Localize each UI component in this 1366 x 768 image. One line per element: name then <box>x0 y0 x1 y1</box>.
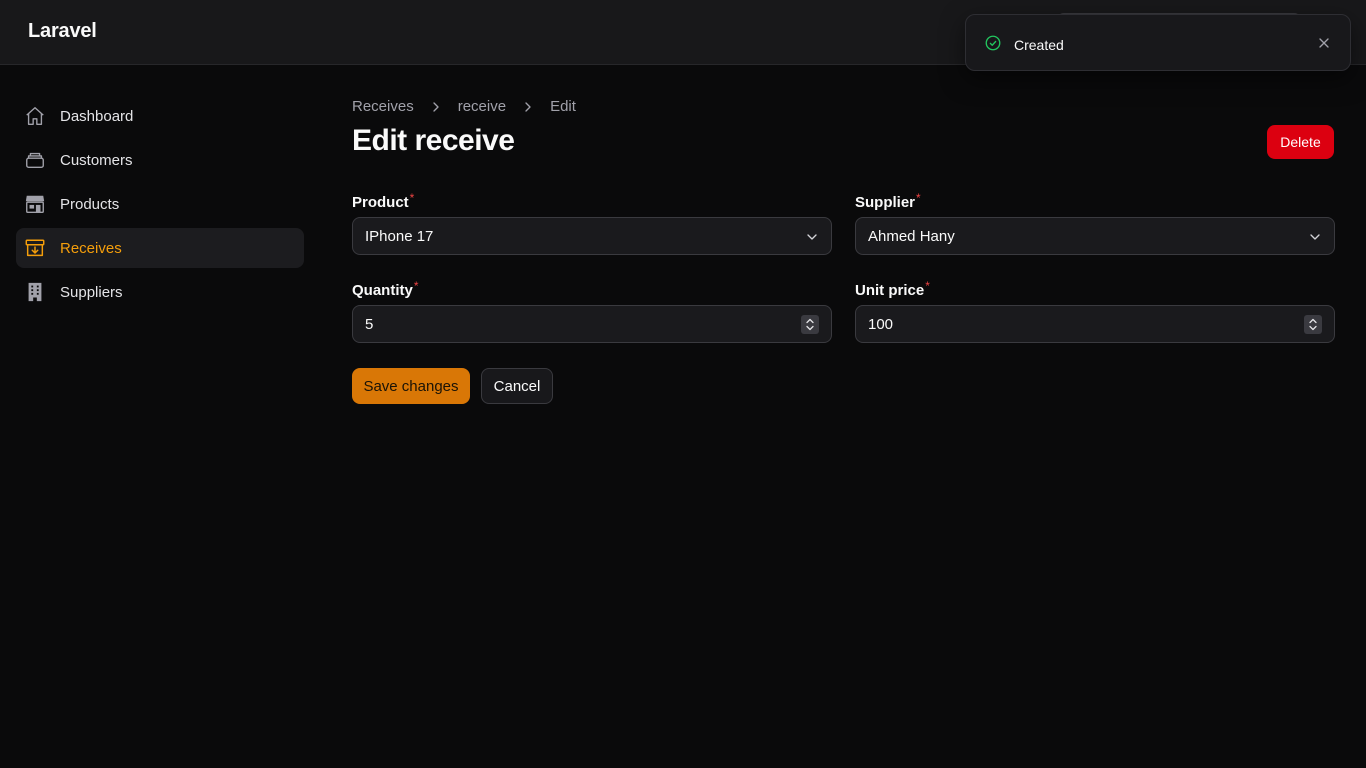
sidebar-item-receives[interactable]: Receives <box>16 228 304 268</box>
delete-button[interactable]: Delete <box>1267 125 1334 159</box>
required-marker: * <box>413 279 419 293</box>
sidebar-item-dashboard[interactable]: Dashboard <box>16 96 304 136</box>
quantity-input[interactable]: 5 <box>352 305 832 343</box>
stack-icon <box>26 152 44 169</box>
product-select-value: IPhone 17 <box>365 228 434 245</box>
required-marker: * <box>916 191 921 205</box>
toast-title: Created <box>1014 37 1064 53</box>
building-icon <box>28 282 42 302</box>
brand-logo[interactable]: Laravel <box>28 20 97 43</box>
product-select[interactable]: IPhone 17 <box>352 217 832 255</box>
number-stepper-icon[interactable] <box>801 315 819 334</box>
home-icon <box>26 107 44 125</box>
notification-toast: Created <box>965 14 1351 71</box>
close-icon[interactable] <box>1316 35 1332 51</box>
cancel-button[interactable]: Cancel <box>481 368 553 404</box>
quantity-field: Quantity* 5 <box>352 279 832 343</box>
check-circle-icon <box>985 35 1001 51</box>
sidebar-item-label: Dashboard <box>60 107 134 125</box>
sidebar-item-suppliers[interactable]: Suppliers <box>16 272 304 312</box>
chevron-down-icon <box>1310 234 1320 240</box>
breadcrumb-item-edit: Edit <box>550 98 576 115</box>
required-marker: * <box>925 279 930 293</box>
product-field: Product* IPhone 17 <box>352 191 832 255</box>
quantity-input-value: 5 <box>365 316 374 333</box>
breadcrumb-item-receive[interactable]: receive <box>458 98 506 115</box>
store-icon <box>25 195 45 213</box>
chevron-down-icon <box>807 234 817 240</box>
number-stepper-icon[interactable] <box>1304 315 1322 334</box>
breadcrumb-item-receives[interactable]: Receives <box>352 98 414 115</box>
chevron-right-icon <box>525 101 531 112</box>
sidebar-item-label: Products <box>60 195 120 213</box>
quantity-label: Quantity <box>352 282 413 299</box>
sidebar-item-products[interactable]: Products <box>16 184 304 224</box>
required-marker: * <box>409 191 415 205</box>
sidebar-item-label: Receives <box>60 239 122 257</box>
page-title: Edit receive <box>352 124 515 157</box>
breadcrumb: Receives receive Edit <box>352 98 576 115</box>
sidebar-item-label: Customers <box>60 151 133 169</box>
unit-price-input[interactable]: 100 <box>855 305 1335 343</box>
supplier-select[interactable]: Ahmed Hany <box>855 217 1335 255</box>
unit-price-field: Unit price* 100 <box>855 279 1335 343</box>
sidebar: Dashboard Customers Products Receives Su… <box>16 96 304 316</box>
sidebar-item-customers[interactable]: Customers <box>16 140 304 180</box>
archive-download-icon <box>25 239 45 257</box>
supplier-field: Supplier* Ahmed Hany <box>855 191 1335 255</box>
chevron-right-icon <box>433 101 439 112</box>
supplier-label: Supplier <box>855 194 916 211</box>
product-label: Product <box>352 194 409 211</box>
save-changes-button[interactable]: Save changes <box>352 368 470 404</box>
unit-price-input-value: 100 <box>868 316 894 333</box>
unit-price-label: Unit price <box>855 282 925 299</box>
sidebar-item-label: Suppliers <box>60 283 123 301</box>
supplier-select-value: Ahmed Hany <box>868 228 955 245</box>
